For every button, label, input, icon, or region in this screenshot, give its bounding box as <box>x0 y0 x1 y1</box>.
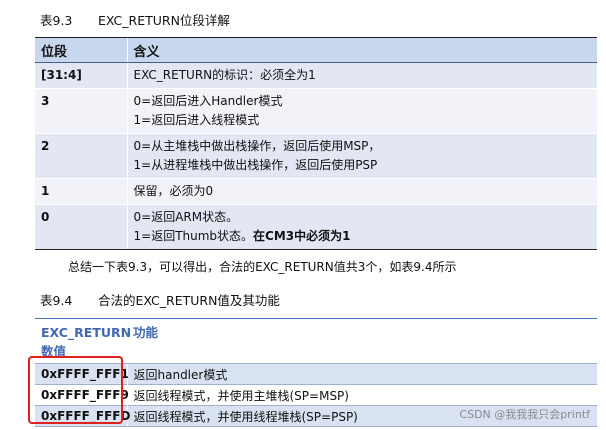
bitfield-cell: 3 <box>35 88 127 134</box>
bitfield-cell: 1 <box>35 178 127 205</box>
table1-header-row: 位段 含义 <box>35 37 597 63</box>
meaning-line: 0=返回后进入Handler模式 <box>133 94 283 108</box>
table-row: 1 保留，必须为0 <box>35 178 597 205</box>
function-cell: 返回handler模式 <box>126 363 597 385</box>
table1-caption-title: EXC_RETURN位段详解 <box>98 13 230 28</box>
red-highlight-box <box>28 356 123 424</box>
function-cell: 返回线程模式，并使用主堆栈(SP=MSP) <box>126 384 597 406</box>
table2-caption: 表9.4 合法的EXC_RETURN值及其功能 <box>40 290 280 309</box>
meaning-cell: 0=返回ARM状态。 1=返回Thumb状态。在CM3中必须为1 <box>126 204 598 250</box>
meaning-line: 0=从主堆栈中做出栈操作，返回后使用MSP， <box>133 139 381 153</box>
bitfield-cell: [31:4] <box>35 62 127 89</box>
table2-caption-number: 表9.4 <box>40 293 73 308</box>
table-row: 0 0=返回ARM状态。 1=返回Thumb状态。在CM3中必须为1 <box>35 204 598 250</box>
meaning-line: 1=从进程堆栈中做出栈操作，返回后使用PSP <box>133 158 378 172</box>
meaning-line: EXC_RETURN的标识：必须全为1 <box>133 68 316 82</box>
meaning-bold-note: 在CM3中必须为1 <box>253 229 351 243</box>
table1-header-meaning: 含义 <box>126 37 597 63</box>
meaning-cell: 保留，必须为0 <box>126 178 597 205</box>
table1-header-bits: 位段 <box>35 37 127 63</box>
meaning-line-text: 1=返回Thumb状态。 <box>133 229 254 243</box>
meaning-line: 1=返回后进入线程模式 <box>133 113 260 127</box>
meaning-cell: EXC_RETURN的标识：必须全为1 <box>126 62 597 89</box>
exc-return-bitfield-table: 位段 含义 [31:4] EXC_RETURN的标识：必须全为1 3 0=返回后… <box>35 37 597 250</box>
table-row: 3 0=返回后进入Handler模式 1=返回后进入线程模式 <box>35 88 597 134</box>
table2-header-function: 功能 <box>127 318 597 364</box>
summary-paragraph: 总结一下表9.3，可以得出，合法的EXC_RETURN值共3个，如表9.4所示 <box>68 260 457 274</box>
meaning-cell: 0=返回后进入Handler模式 1=返回后进入线程模式 <box>126 88 597 134</box>
table1-caption-number: 表9.3 <box>40 13 73 28</box>
bitfield-cell: 2 <box>35 133 127 179</box>
table-row: [31:4] EXC_RETURN的标识：必须全为1 <box>35 62 597 89</box>
meaning-cell: 0=从主堆栈中做出栈操作，返回后使用MSP， 1=从进程堆栈中做出栈操作，返回后… <box>126 133 597 179</box>
meaning-line: 1=返回Thumb状态。在CM3中必须为1 <box>134 227 598 246</box>
csdn-watermark: CSDN @我我我只会printf <box>459 408 590 421</box>
table-row: 2 0=从主堆栈中做出栈操作，返回后使用MSP， 1=从进程堆栈中做出栈操作，返… <box>35 133 597 179</box>
bitfield-cell: 0 <box>35 204 127 250</box>
meaning-line: 保留，必须为0 <box>133 184 214 198</box>
table2-caption-title: 合法的EXC_RETURN值及其功能 <box>98 293 280 308</box>
table1-caption: 表9.3 EXC_RETURN位段详解 <box>40 10 230 29</box>
meaning-line: 0=返回ARM状态。 <box>133 210 239 224</box>
